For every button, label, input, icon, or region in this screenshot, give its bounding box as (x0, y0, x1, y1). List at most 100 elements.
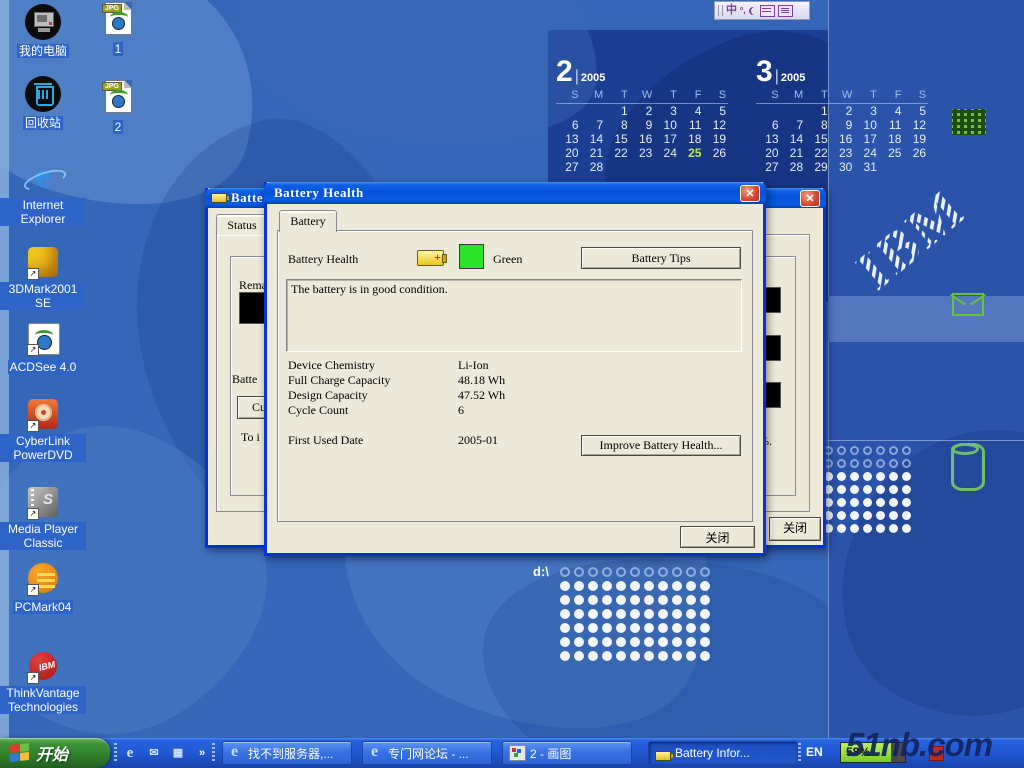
task-label: Battery Infor... (675, 746, 750, 760)
calendar-weekday: S (903, 88, 928, 104)
desktop-icon-mpc[interactable]: ↗Media Player Classic (0, 484, 86, 552)
filled-dot (630, 595, 640, 605)
taskbar-task-3[interactable]: 2 - 画图 (502, 741, 632, 765)
ime-chinese-mode-icon[interactable]: 中 (726, 3, 737, 18)
filled-dot (602, 581, 612, 591)
calendar-day-empty (581, 104, 606, 118)
info-row-value: 6 (458, 403, 464, 418)
calendar-day: 13 (556, 132, 581, 146)
ime-punctuation-icon[interactable] (749, 7, 757, 15)
calendar-month-number: 2 (556, 55, 573, 88)
improve-battery-health-button[interactable]: Improve Battery Health... (581, 435, 741, 456)
database-cylinder-icon (951, 443, 985, 491)
bg-close-button[interactable]: 关闭 (769, 517, 821, 541)
filled-dot (700, 651, 710, 661)
ie-task-icon (229, 746, 244, 760)
filled-dot (850, 498, 859, 507)
filled-dot (876, 485, 885, 494)
filled-dot (574, 595, 584, 605)
calendar-day: 20 (556, 146, 581, 160)
desktop-icon-thinkvantage[interactable]: IBM↗ThinkVantage Technologies (0, 648, 86, 716)
taskbar-task-1[interactable]: 找不到服务器,... (222, 741, 352, 765)
filled-dot (574, 609, 584, 619)
filled-dot (560, 623, 570, 633)
filled-dot (602, 595, 612, 605)
battery-health-close-icon[interactable]: ✕ (740, 185, 760, 202)
filled-dot (644, 623, 654, 633)
ring-dot (574, 567, 584, 577)
calendar-day: 1 (805, 104, 830, 118)
tray-language-indicator[interactable]: EN (806, 745, 823, 759)
filled-dot (602, 651, 612, 661)
filled-dot (850, 511, 859, 520)
dot-grid-right (822, 444, 913, 535)
taskbar-task-2[interactable]: 专门网论坛 - ... (362, 741, 492, 765)
desktop-file-jpg-1[interactable]: JPG1 (90, 2, 146, 58)
calendar-weekday: M (781, 88, 806, 104)
desktop-icon-pcmark04[interactable]: ↗PCMark04 (0, 560, 86, 616)
dialog-close-button[interactable]: 关闭 (680, 526, 755, 548)
ime-language-bar[interactable]: 中 º, (714, 1, 810, 20)
info-row-label: Cycle Count (288, 403, 348, 418)
filled-dot (889, 498, 898, 507)
battery-label-fragment: Batte (232, 372, 257, 387)
calendar-day: 31 (854, 160, 879, 174)
calendar-day-empty (756, 104, 781, 118)
calendar-day: 9 (830, 118, 855, 132)
battery-information-close-icon[interactable]: ✕ (800, 190, 820, 207)
filled-dot (616, 623, 626, 633)
ring-dot (876, 446, 885, 455)
quicklaunch-overflow-chevron[interactable]: » (192, 743, 212, 763)
calendar-day-empty (556, 104, 581, 118)
desktop-icon-my-computer[interactable]: 我的电脑 (0, 4, 86, 60)
desktop-icon-recycle-bin[interactable]: 回收站 (0, 76, 86, 132)
battery-health-titlebar[interactable]: Battery Health ✕ (264, 182, 766, 204)
start-button[interactable]: 开始 (0, 738, 110, 768)
internet-explorer-icon: e (25, 160, 61, 196)
filled-dot (616, 581, 626, 591)
calendar-day: 18 (679, 132, 704, 146)
calendar-day: 17 (654, 132, 679, 146)
filled-dot (574, 637, 584, 647)
filled-dot (616, 595, 626, 605)
ime-options-icon[interactable] (778, 5, 793, 17)
quicklaunch-show-desktop-icon[interactable]: ▦ (168, 743, 188, 763)
filled-dot (616, 637, 626, 647)
first-used-label: First Used Date (288, 433, 363, 448)
tab-status[interactable]: Status (216, 214, 268, 235)
battery-health-dialog[interactable]: Battery Health ✕ Battery Battery Health … (264, 182, 766, 556)
filled-dot (686, 651, 696, 661)
desktop-icon-acdsee[interactable]: ↗ACDSee 4.0 (0, 320, 86, 376)
desktop-icon-powerdvd[interactable]: ↗CyberLink PowerDVD (0, 396, 86, 464)
calendar-separator: | (775, 68, 779, 85)
calendar-day: 22 (605, 146, 630, 160)
filled-dot (902, 524, 911, 533)
filled-dot (863, 485, 872, 494)
task-label: 2 - 画图 (530, 745, 571, 762)
desktop-file-jpg-2[interactable]: JPG2 (90, 80, 146, 136)
filled-dot (889, 472, 898, 481)
taskbar-task-4[interactable]: Battery Infor... (648, 741, 798, 765)
quicklaunch-mail-icon[interactable]: ✉ (144, 743, 164, 763)
bat-task-icon (655, 751, 671, 761)
ie-task-icon (369, 746, 384, 760)
ime-grip-handle[interactable] (718, 5, 723, 16)
condition-textbox[interactable]: The battery is in good condition. (286, 279, 742, 352)
desktop-icon-internet-explorer[interactable]: eInternet Explorer (0, 160, 86, 228)
quicklaunch-ie-icon[interactable]: e (120, 743, 140, 763)
calendar-day: 28 (781, 160, 806, 174)
ime-width-mode-icon[interactable]: º, (740, 3, 746, 18)
desktop-icon-label: 3DMark2001 SE (0, 282, 86, 310)
taskbar-separator (212, 743, 215, 763)
filled-dot (658, 595, 668, 605)
filled-dot (574, 581, 584, 591)
tab-battery[interactable]: Battery (279, 210, 337, 232)
filled-dot (644, 609, 654, 619)
desktop-icon-3dmark2001[interactable]: ↗3DMark2001 SE (0, 244, 86, 312)
calendar-week-row: 6789101112 (556, 118, 728, 132)
calendar-day: 24 (854, 146, 879, 160)
ime-keyboard-icon[interactable] (760, 5, 775, 17)
jpg-file-icon: JPG (100, 2, 136, 38)
calendar-day: 26 (703, 146, 728, 160)
battery-tips-button[interactable]: Battery Tips (581, 247, 741, 269)
